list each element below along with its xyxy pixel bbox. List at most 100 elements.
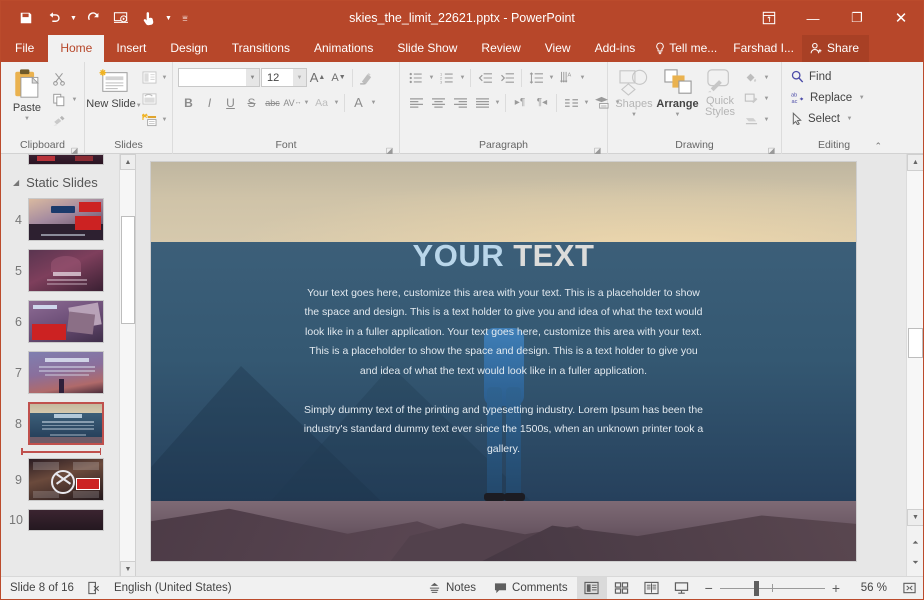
bullets-dropdown-icon[interactable]: ▼: [427, 67, 436, 88]
spell-check-icon[interactable]: [83, 577, 105, 600]
replace-button[interactable]: ab ac Replace ▼: [787, 87, 870, 108]
font-name-input[interactable]: ▼: [178, 68, 260, 87]
zoom-slider[interactable]: [719, 577, 825, 600]
text-direction-dropdown-icon[interactable]: ▼: [578, 67, 587, 88]
paragraph-dialog-launcher[interactable]: ◪: [593, 144, 602, 155]
list-item[interactable]: 10: [1, 505, 119, 535]
decrease-indent-icon[interactable]: [474, 67, 496, 88]
close-button[interactable]: ✕: [879, 1, 923, 35]
reading-view-button[interactable]: [637, 577, 667, 600]
slide-scroll-up-button[interactable]: ▲: [907, 154, 923, 171]
slide-thumbnail[interactable]: [28, 402, 104, 445]
shape-effects-icon[interactable]: [740, 109, 762, 130]
minimize-button[interactable]: —: [791, 1, 835, 35]
arrange-dropdown-icon[interactable]: ▼: [673, 110, 682, 119]
decrease-font-size-button[interactable]: A ▼: [328, 67, 349, 88]
copy-icon[interactable]: [48, 89, 70, 110]
tab-insert[interactable]: Insert: [104, 35, 158, 62]
thumbnail-scrollbar[interactable]: ▲ ▼: [119, 154, 135, 577]
line-spacing-dropdown-icon[interactable]: ▼: [547, 67, 556, 88]
ltr-text-direction-icon[interactable]: ▸¶: [509, 92, 531, 113]
layout-dropdown-icon[interactable]: ▼: [160, 67, 169, 88]
shape-effects-dropdown-icon[interactable]: ▼: [762, 109, 771, 130]
shape-fill-icon[interactable]: [740, 67, 762, 88]
change-case-dropdown-icon[interactable]: ▼: [332, 92, 341, 113]
tab-view[interactable]: View: [533, 35, 583, 62]
italic-button[interactable]: I: [199, 92, 220, 113]
section-icon[interactable]: [138, 109, 160, 130]
zoom-out-button[interactable]: −: [705, 580, 713, 596]
scroll-up-button[interactable]: ▲: [120, 154, 135, 170]
replace-dropdown-icon[interactable]: ▼: [857, 87, 866, 108]
change-case-button[interactable]: Aa: [311, 92, 332, 113]
list-item[interactable]: 8: [1, 398, 119, 449]
columns-dropdown-icon[interactable]: ▼: [582, 92, 591, 113]
list-item[interactable]: 6: [1, 296, 119, 347]
tab-transitions[interactable]: Transitions: [220, 35, 302, 62]
notes-button[interactable]: Notes: [419, 577, 485, 600]
zoom-control[interactable]: − + 56 %: [697, 577, 895, 600]
slide-body-paragraph-2[interactable]: Simply dummy text of the printing and ty…: [299, 401, 708, 460]
align-left-icon[interactable]: [405, 92, 427, 113]
clear-formatting-icon[interactable]: [356, 67, 377, 88]
slide-thumbnail[interactable]: [28, 351, 104, 394]
slide-title[interactable]: YOUR TEXT: [151, 238, 856, 274]
character-spacing-dropdown-icon[interactable]: ▼: [302, 92, 311, 113]
slide-scroll-down-button[interactable]: ▼: [907, 509, 923, 526]
text-direction-icon[interactable]: A: [556, 67, 578, 88]
list-item[interactable]: 4: [1, 194, 119, 245]
font-color-button[interactable]: A: [348, 92, 369, 113]
quick-styles-button[interactable]: Quick Styles: [700, 66, 740, 118]
arrange-button[interactable]: Arrange ▼: [655, 66, 700, 119]
list-item[interactable]: 9: [1, 454, 119, 505]
bold-button[interactable]: B: [178, 92, 199, 113]
layout-icon[interactable]: [138, 67, 160, 88]
list-item[interactable]: 5: [1, 245, 119, 296]
justify-dropdown-icon[interactable]: ▼: [493, 92, 502, 113]
slide-scroll-thumb[interactable]: [908, 328, 923, 358]
slide-thumbnail[interactable]: [28, 198, 104, 241]
slide-thumbnail[interactable]: [28, 509, 104, 531]
list-item[interactable]: 7: [1, 347, 119, 398]
text-shadow-button[interactable]: S: [241, 92, 262, 113]
select-button[interactable]: Select ▼: [787, 108, 858, 129]
restore-button[interactable]: ❐: [835, 1, 879, 35]
font-size-input[interactable]: 12 ▼: [261, 68, 307, 87]
cut-icon[interactable]: [48, 68, 70, 89]
normal-view-button[interactable]: [576, 576, 607, 599]
paste-button[interactable]: Paste ▼: [6, 66, 48, 123]
shape-fill-dropdown-icon[interactable]: ▼: [762, 67, 771, 88]
tab-add-ins[interactable]: Add-ins: [583, 35, 648, 62]
slide-thumbnail-pane[interactable]: ◢ Static Slides 4 5 6 7 8 9 10 ▲ ▼: [1, 154, 136, 577]
shapes-button[interactable]: Shapes ▼: [613, 66, 655, 119]
scroll-down-button[interactable]: ▼: [120, 561, 135, 577]
justify-icon[interactable]: [471, 92, 493, 113]
increase-indent-icon[interactable]: [496, 67, 518, 88]
section-header[interactable]: ◢ Static Slides: [1, 169, 119, 194]
drawing-dialog-launcher[interactable]: ◪: [767, 144, 776, 155]
zoom-in-button[interactable]: +: [832, 580, 840, 596]
slide-sorter-view-button[interactable]: [607, 577, 637, 600]
font-color-dropdown-icon[interactable]: ▼: [369, 92, 378, 113]
shapes-dropdown-icon[interactable]: ▼: [630, 110, 639, 119]
tab-review[interactable]: Review: [469, 35, 532, 62]
comments-button[interactable]: Comments: [485, 577, 577, 600]
previous-slide-button[interactable]: ⏶: [907, 534, 923, 551]
underline-button[interactable]: U: [220, 92, 241, 113]
slide-thumbnail[interactable]: [28, 249, 104, 292]
section-dropdown-icon[interactable]: ▼: [160, 109, 169, 130]
find-button[interactable]: Find: [787, 66, 835, 87]
font-name-dropdown-icon[interactable]: ▼: [246, 69, 259, 86]
shape-outline-icon[interactable]: [740, 88, 762, 109]
numbering-dropdown-icon[interactable]: ▼: [458, 67, 467, 88]
slide-body-paragraph-1[interactable]: Your text goes here, customize this area…: [299, 284, 708, 382]
collapse-ribbon-icon[interactable]: ⌃: [874, 141, 882, 152]
bullets-icon[interactable]: [405, 67, 427, 88]
tab-animations[interactable]: Animations: [302, 35, 385, 62]
paste-dropdown-icon[interactable]: ▼: [23, 114, 32, 123]
character-spacing-button[interactable]: AV ↔: [283, 92, 302, 113]
clipboard-dialog-launcher[interactable]: ◪: [70, 144, 79, 155]
tell-me-search[interactable]: Tell me...: [647, 35, 725, 62]
shape-outline-dropdown-icon[interactable]: ▼: [762, 88, 771, 109]
format-painter-icon[interactable]: [48, 110, 70, 131]
